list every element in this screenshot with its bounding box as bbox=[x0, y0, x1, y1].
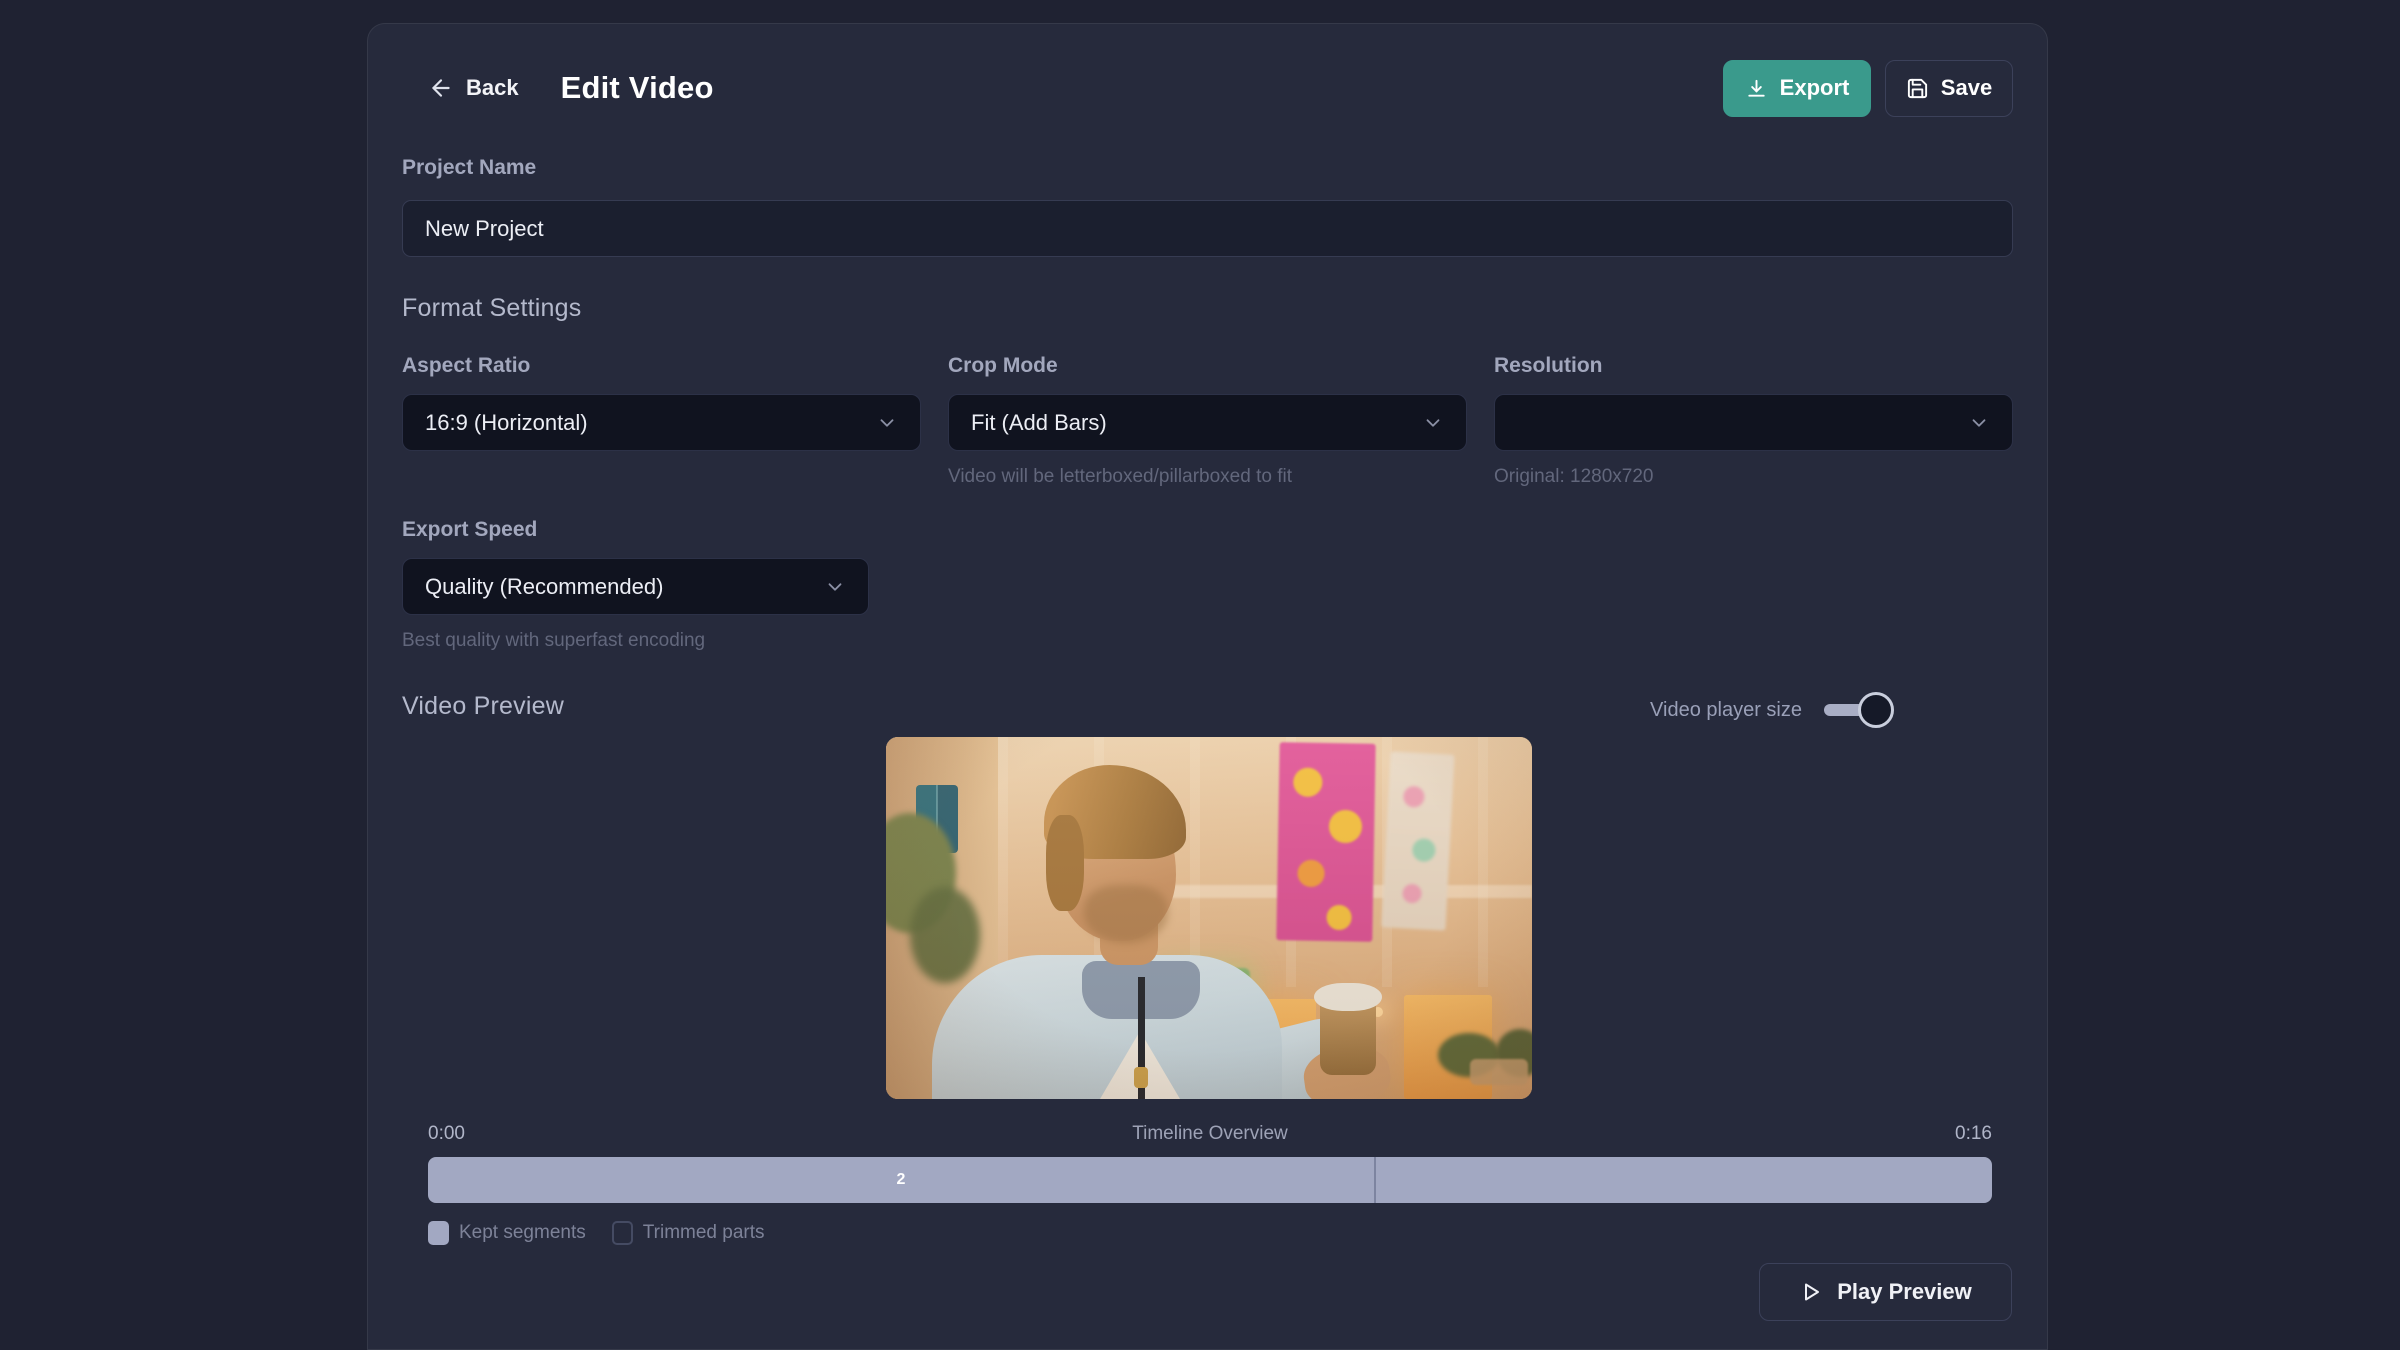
export-label: Export bbox=[1780, 75, 1850, 101]
timeline-segment[interactable] bbox=[1376, 1157, 1992, 1203]
resolution-select[interactable] bbox=[1494, 394, 2013, 451]
play-preview-button[interactable]: Play Preview bbox=[1759, 1263, 2012, 1321]
format-settings-heading: Format Settings bbox=[402, 294, 581, 323]
kept-segments-label: Kept segments bbox=[459, 1222, 586, 1244]
chevron-down-icon bbox=[876, 412, 898, 434]
trimmed-parts-label: Trimmed parts bbox=[643, 1222, 765, 1244]
kept-segments-swatch bbox=[428, 1221, 449, 1245]
crop-mode-helper: Video will be letterboxed/pillarboxed to… bbox=[948, 466, 1467, 488]
chevron-down-icon bbox=[824, 576, 846, 598]
play-preview-label: Play Preview bbox=[1837, 1279, 1972, 1305]
back-label: Back bbox=[466, 75, 519, 101]
timeline-segment[interactable]: 2 bbox=[428, 1157, 1376, 1203]
chevron-down-icon bbox=[1968, 412, 1990, 434]
timeline-legend: Kept segments Trimmed parts bbox=[428, 1221, 1992, 1245]
export-button[interactable]: Export bbox=[1723, 60, 1871, 117]
page-title: Edit Video bbox=[561, 70, 714, 106]
timeline-title: Timeline Overview bbox=[648, 1123, 1772, 1145]
format-settings-grid: Aspect Ratio 16:9 (Horizontal) Crop Mode… bbox=[402, 354, 2013, 488]
trimmed-parts-swatch bbox=[612, 1221, 633, 1245]
project-name-input[interactable] bbox=[402, 200, 2013, 257]
aspect-ratio-select[interactable]: 16:9 (Horizontal) bbox=[402, 394, 921, 451]
video-preview-heading: Video Preview bbox=[402, 692, 564, 721]
page-background: { "header": { "back_label": "Back", "tit… bbox=[0, 0, 2400, 1350]
video-player-size-label: Video player size bbox=[1650, 699, 1802, 722]
export-speed-label: Export Speed bbox=[402, 518, 869, 542]
header-actions: Export Save bbox=[1723, 60, 2013, 117]
legend-item-kept: Kept segments bbox=[428, 1221, 586, 1245]
export-speed-select[interactable]: Quality (Recommended) bbox=[402, 558, 869, 615]
video-player-size-slider[interactable] bbox=[1824, 692, 1894, 728]
export-speed-field: Export Speed Quality (Recommended) Best … bbox=[402, 518, 869, 652]
back-button[interactable]: Back bbox=[428, 75, 519, 101]
legend-item-trimmed: Trimmed parts bbox=[612, 1221, 765, 1245]
arrow-left-icon bbox=[428, 75, 454, 101]
aspect-ratio-field: Aspect Ratio 16:9 (Horizontal) bbox=[402, 354, 921, 488]
video-player-size-control: Video player size bbox=[1650, 692, 1894, 728]
edit-video-panel: Back Edit Video Export Save Project Name… bbox=[367, 23, 2048, 1350]
header: Back Edit Video Export Save bbox=[402, 59, 2013, 117]
aspect-ratio-label: Aspect Ratio bbox=[402, 354, 921, 378]
project-name-label: Project Name bbox=[402, 156, 536, 180]
timeline-start-time: 0:00 bbox=[428, 1123, 648, 1145]
save-label: Save bbox=[1941, 75, 1992, 101]
crop-mode-value: Fit (Add Bars) bbox=[971, 410, 1107, 436]
timeline-segment-label: 2 bbox=[896, 1171, 905, 1189]
resolution-label: Resolution bbox=[1494, 354, 2013, 378]
aspect-ratio-value: 16:9 (Horizontal) bbox=[425, 410, 588, 436]
save-icon bbox=[1906, 77, 1929, 100]
timeline-bar[interactable]: 2 bbox=[428, 1157, 1992, 1203]
crop-mode-label: Crop Mode bbox=[948, 354, 1467, 378]
resolution-field: Resolution Original: 1280x720 bbox=[1494, 354, 2013, 488]
timeline-end-time: 0:16 bbox=[1772, 1123, 1992, 1145]
export-speed-helper: Best quality with superfast encoding bbox=[402, 630, 869, 652]
timeline-section: 0:00 Timeline Overview 0:16 2 Kept segme… bbox=[428, 1123, 1992, 1245]
slider-thumb[interactable] bbox=[1858, 692, 1894, 728]
timeline-labels: 0:00 Timeline Overview 0:16 bbox=[428, 1123, 1992, 1145]
save-button[interactable]: Save bbox=[1885, 60, 2013, 117]
video-scene-tint bbox=[886, 737, 1532, 1099]
download-icon bbox=[1745, 77, 1768, 100]
chevron-down-icon bbox=[1422, 412, 1444, 434]
play-icon bbox=[1799, 1280, 1823, 1304]
resolution-helper: Original: 1280x720 bbox=[1494, 466, 2013, 488]
crop-mode-select[interactable]: Fit (Add Bars) bbox=[948, 394, 1467, 451]
video-preview-player[interactable] bbox=[886, 737, 1532, 1099]
crop-mode-field: Crop Mode Fit (Add Bars) Video will be l… bbox=[948, 354, 1467, 488]
export-speed-value: Quality (Recommended) bbox=[425, 574, 663, 600]
